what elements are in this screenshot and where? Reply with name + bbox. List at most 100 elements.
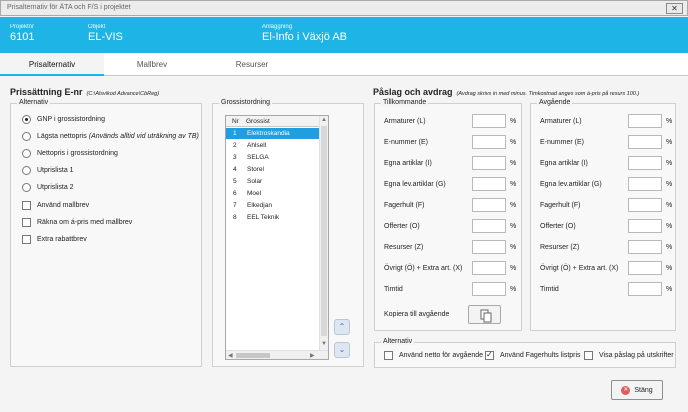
checkbox-use-template[interactable]: Använd mallbrev: [22, 200, 89, 210]
window-titlebar: Prisalternativ för ÄTA och F/S i projekt…: [0, 0, 688, 16]
outgoing-row: Armaturer (L)%: [540, 114, 672, 128]
wholesaler-row[interactable]: 3 SELGA: [226, 152, 320, 163]
move-down-button[interactable]: ⌄: [334, 342, 350, 358]
percent-input[interactable]: [628, 198, 662, 212]
radio-button[interactable]: [22, 131, 31, 141]
row-label: Resurser (Z): [384, 243, 424, 251]
radio-button-selected[interactable]: [22, 114, 31, 124]
percent-input[interactable]: [628, 261, 662, 275]
radio-pricelist-2[interactable]: Utprislista 2: [22, 182, 74, 192]
checkbox-label: Visa påslag på utskrifter: [599, 351, 674, 359]
move-up-button[interactable]: ⌃: [334, 319, 350, 335]
radio-note: (Används alltid vid uträkning av TB): [88, 132, 199, 140]
scroll-left-arrow-icon[interactable]: ◀: [228, 352, 233, 359]
tab-mallbrev[interactable]: Mallbrev: [104, 53, 200, 76]
scroll-down-arrow-icon[interactable]: ▼: [321, 341, 327, 347]
wholesaler-row[interactable]: 6 Moel: [226, 188, 320, 199]
checkbox-net-outgoing[interactable]: Använd netto för avgående: [384, 350, 483, 360]
row-name: SELGA: [247, 154, 269, 161]
percent-input[interactable]: [472, 114, 506, 128]
radio-label: Utprislista 2: [37, 183, 74, 191]
radio-button[interactable]: [22, 148, 31, 158]
tab-resurser[interactable]: Resurser: [200, 53, 304, 76]
object-label: Objekt: [88, 24, 106, 30]
facility-label: Anläggning: [262, 24, 293, 30]
checkbox-extra-discount[interactable]: Extra rabattbrev: [22, 234, 87, 244]
percent-input[interactable]: [628, 282, 662, 296]
wholesaler-legend: Grossistordning: [219, 99, 273, 106]
facility-field: Anläggning El-Info i Växjö AB: [262, 24, 347, 43]
radio-label: Utprislista 1: [37, 166, 74, 174]
wholesaler-row[interactable]: 1 Elektroskandia: [226, 128, 320, 139]
row-label: Egna artiklar (I): [540, 159, 588, 167]
percent-input[interactable]: [628, 156, 662, 170]
radio-lowest-net[interactable]: Lägsta nettopris (Används alltid vid utr…: [22, 131, 199, 141]
markup-note: (Avdrag skrivs in med minus. Timkostnad …: [456, 91, 640, 97]
percent-input[interactable]: [472, 282, 506, 296]
percent-input[interactable]: [472, 135, 506, 149]
checkbox[interactable]: [22, 200, 31, 210]
wholesaler-list[interactable]: Nr Grossist 1 Elektroskandia 2 Ahlsell 3…: [225, 115, 329, 360]
scrollbar-thumb[interactable]: [236, 353, 270, 358]
checkbox-fagerhult-listprice[interactable]: Använd Fagerhults listpris: [485, 350, 581, 360]
percent-input[interactable]: [628, 177, 662, 191]
incoming-row: Resurser (Z)%: [384, 240, 516, 254]
wholesaler-row[interactable]: 4 Storel: [226, 164, 320, 175]
percent-input[interactable]: [472, 219, 506, 233]
percent-input[interactable]: [628, 240, 662, 254]
alternatives-legend: Alternativ: [17, 99, 51, 106]
percent-input[interactable]: [472, 156, 506, 170]
object-field: Objekt EL-VIS: [88, 24, 123, 43]
incoming-row: Offerter (O)%: [384, 219, 516, 233]
percent-sign: %: [666, 180, 673, 188]
percent-sign: %: [666, 201, 673, 209]
radio-pricelist-1[interactable]: Utprislista 1: [22, 165, 74, 175]
scroll-up-arrow-icon[interactable]: ▲: [321, 117, 327, 123]
checkbox-show-markup[interactable]: Visa påslag på utskrifter: [584, 350, 674, 360]
wholesaler-row[interactable]: 8 EEL Teknik: [226, 212, 320, 223]
incoming-row: Övrigt (Ö) + Extra art. (X)%: [384, 261, 516, 275]
scroll-right-arrow-icon[interactable]: ▶: [310, 352, 315, 359]
close-button[interactable]: ✕ Stäng: [611, 380, 663, 400]
checkbox-recalc-price[interactable]: Räkna om á-pris med mallbrev: [22, 217, 132, 227]
radio-gnp[interactable]: GNP i grossistordning: [22, 114, 105, 124]
checkbox-checked[interactable]: [485, 350, 494, 360]
radio-label: Lägsta nettopris: [37, 132, 87, 140]
copy-to-outgoing-button[interactable]: [468, 305, 501, 324]
percent-input[interactable]: [472, 240, 506, 254]
wholesaler-row[interactable]: 7 Elkedjan: [226, 200, 320, 211]
wholesaler-row[interactable]: 2 Ahlsell: [226, 140, 320, 151]
list-horizontal-scrollbar[interactable]: ◀ ▶: [226, 350, 328, 359]
checkbox[interactable]: [384, 350, 393, 360]
scrollbar-thumb[interactable]: [321, 126, 327, 336]
row-label: Egna lev.artiklar (G): [384, 180, 446, 188]
checkbox[interactable]: [584, 350, 593, 360]
radio-label: Nettopris i grossistordning: [37, 149, 118, 157]
percent-input[interactable]: [472, 177, 506, 191]
checkbox[interactable]: [22, 234, 31, 244]
row-nr: 8: [233, 214, 237, 221]
row-label: Offerter (O): [540, 222, 576, 230]
outgoing-row: Övrigt (Ö) + Extra art. (X)%: [540, 261, 672, 275]
checkbox-label: Extra rabattbrev: [37, 235, 87, 243]
outgoing-row: Timtid%: [540, 282, 672, 296]
tab-prisalternativ[interactable]: Prisalternativ: [0, 53, 104, 76]
object-value: EL-VIS: [88, 31, 123, 43]
radio-button[interactable]: [22, 182, 31, 192]
checkbox[interactable]: [22, 217, 31, 227]
radio-net-order[interactable]: Nettopris i grossistordning: [22, 148, 118, 158]
row-label: Armaturer (L): [540, 117, 582, 125]
percent-input[interactable]: [472, 261, 506, 275]
row-label: Egna lev.artiklar (G): [540, 180, 602, 188]
percent-input[interactable]: [628, 114, 662, 128]
percent-input[interactable]: [472, 198, 506, 212]
list-vertical-scrollbar[interactable]: ▲ ▼: [319, 116, 328, 351]
radio-button[interactable]: [22, 165, 31, 175]
wholesaler-row[interactable]: 5 Solar: [226, 176, 320, 187]
copy-label: Kopiera till avgående: [384, 311, 450, 318]
percent-input[interactable]: [628, 219, 662, 233]
percent-input[interactable]: [628, 135, 662, 149]
row-label: Fagerhult (F): [384, 201, 425, 209]
window-close-button[interactable]: ✕: [666, 3, 683, 14]
checkbox-label: Använd mallbrev: [37, 201, 90, 209]
